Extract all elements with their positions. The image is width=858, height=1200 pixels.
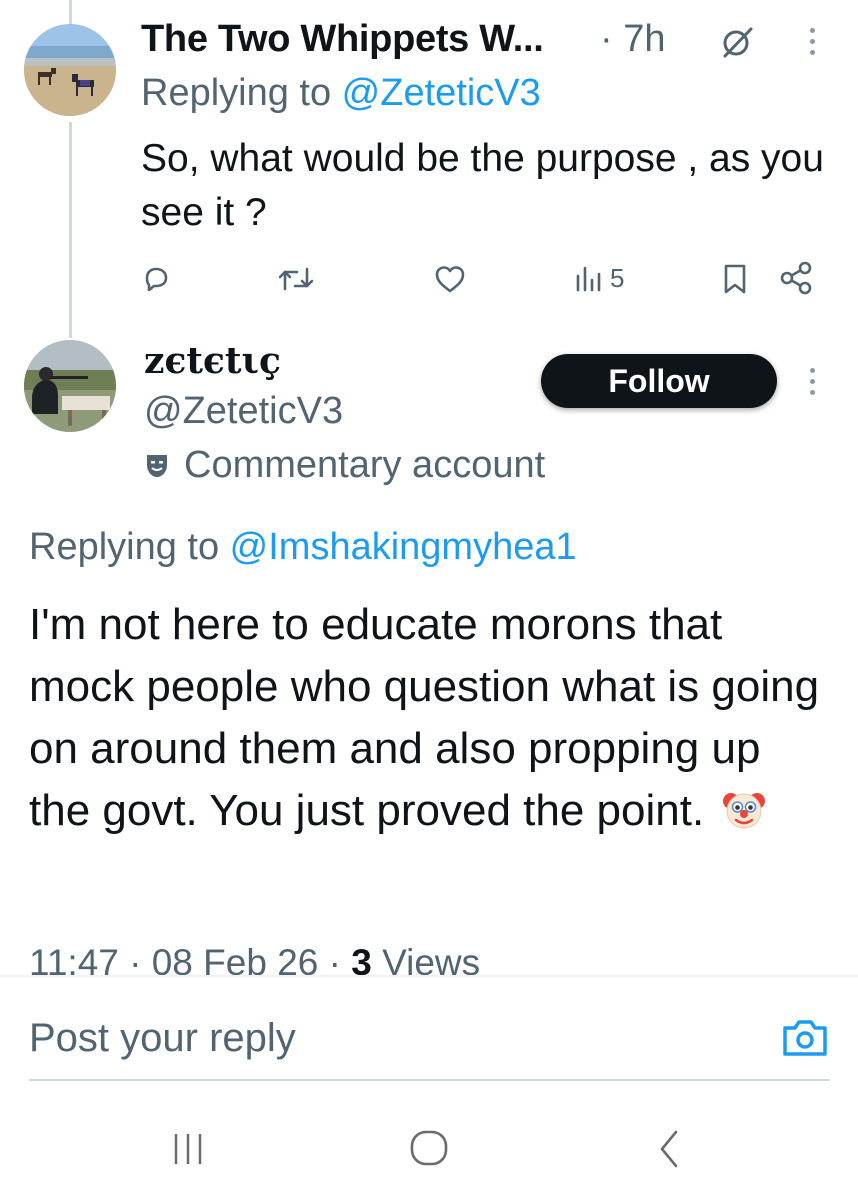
clown-face-icon xyxy=(722,786,766,848)
reply-input[interactable]: Post your reply xyxy=(29,1016,296,1061)
author-name[interactable]: zєtєtιç xyxy=(144,340,281,382)
retweet-button[interactable] xyxy=(277,262,315,296)
mask-icon xyxy=(147,454,167,477)
like-icon xyxy=(435,266,465,293)
share-icon xyxy=(780,261,812,295)
divider xyxy=(0,975,858,977)
grok-icon[interactable] xyxy=(719,24,755,65)
replying-handle[interactable]: @ZeteticV3 xyxy=(342,72,541,114)
thread-line xyxy=(69,122,72,338)
views-label: Views xyxy=(371,942,481,976)
views-icon xyxy=(576,266,601,292)
avatar-image xyxy=(24,340,116,432)
tweet-text: I'm not here to educate morons that mock… xyxy=(29,594,829,848)
recents-icon[interactable] xyxy=(168,1130,208,1173)
author-name[interactable]: The Two Whippets W... xyxy=(141,18,544,61)
avatar-zetetic[interactable] xyxy=(24,340,116,432)
views-count[interactable]: 3 xyxy=(351,942,372,976)
replying-prefix: Replying to xyxy=(141,72,342,114)
tweet-text: So, what would be the purpose , as you s… xyxy=(141,137,824,234)
bookmark-icon xyxy=(724,264,746,294)
more-icon[interactable] xyxy=(810,368,816,395)
views-button[interactable]: 5 xyxy=(574,262,624,294)
author-handle[interactable]: @ZeteticV3 xyxy=(144,390,343,433)
replying-to: Replying to @Imshakingmyhea1 xyxy=(29,526,577,569)
avatar-whippets[interactable] xyxy=(24,24,116,116)
tweet-body: I'm not here to educate morons that mock… xyxy=(29,600,820,835)
back-icon[interactable] xyxy=(654,1128,684,1175)
retweet-icon xyxy=(278,267,314,291)
reply-underline xyxy=(29,1079,830,1081)
reply-button[interactable] xyxy=(139,262,173,296)
system-nav-bar xyxy=(0,1100,858,1200)
post-timestamp: 11:47 · 08 Feb 26 · xyxy=(29,942,352,976)
views-count: 5 xyxy=(610,262,625,293)
bookmark-button[interactable] xyxy=(720,262,750,296)
reply-icon xyxy=(145,267,168,292)
avatar-image xyxy=(24,24,116,116)
replying-handle[interactable]: @Imshakingmyhea1 xyxy=(230,526,577,568)
post-time[interactable]: · 7h xyxy=(600,18,665,61)
post-meta: 11:47 · 08 Feb 26 · 3 Views xyxy=(29,942,480,976)
home-icon[interactable] xyxy=(408,1128,450,1173)
follow-button[interactable]: Follow xyxy=(541,354,777,408)
commentary-label: Commentary account xyxy=(184,444,546,486)
share-button[interactable] xyxy=(778,260,814,296)
camera-icon[interactable] xyxy=(781,1016,829,1065)
more-icon[interactable] xyxy=(810,28,816,55)
replying-prefix: Replying to xyxy=(29,526,230,568)
like-button[interactable] xyxy=(432,262,468,296)
replying-to: Replying to @ZeteticV3 xyxy=(141,72,541,115)
commentary-badge: Commentary account xyxy=(144,444,545,487)
